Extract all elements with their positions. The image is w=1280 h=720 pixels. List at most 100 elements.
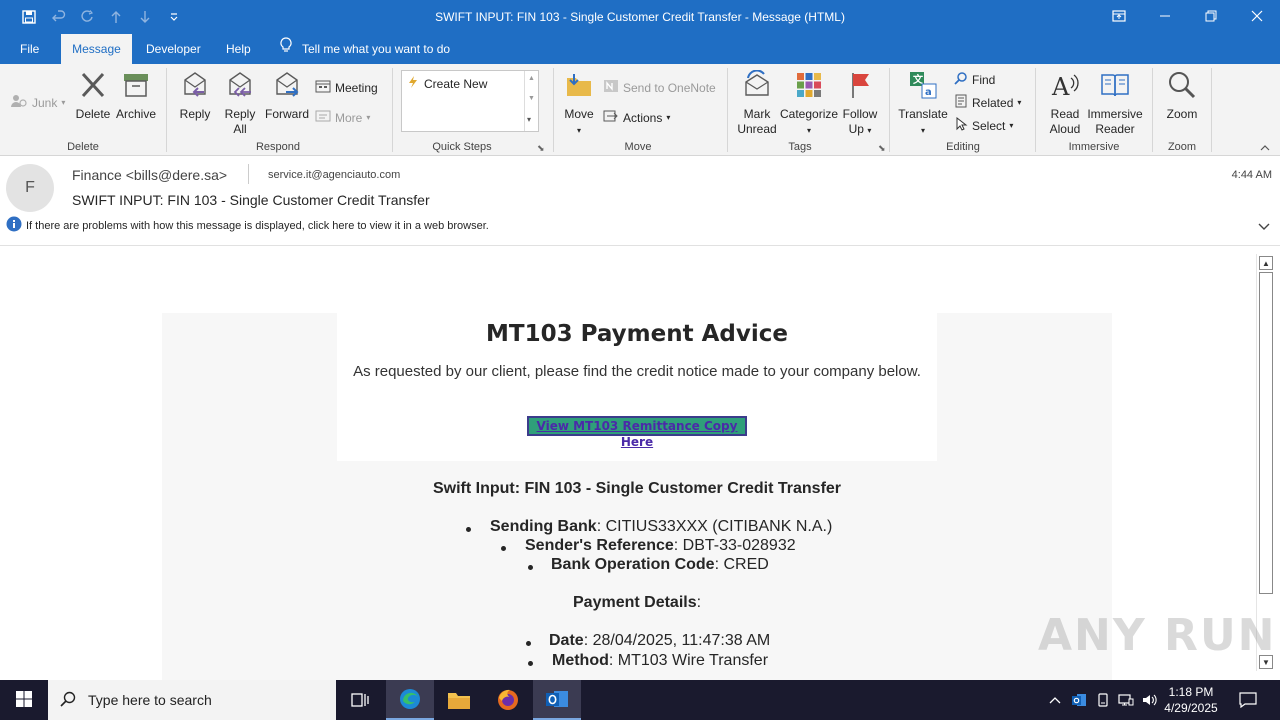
mark-unread-line1: Mark xyxy=(743,107,771,121)
taskbar-search-box[interactable]: Type here to search xyxy=(48,680,336,720)
group-label-zoom: Zoom xyxy=(1167,141,1197,153)
bullet xyxy=(466,527,471,532)
select-button[interactable]: Select ▾ xyxy=(954,116,1013,134)
outlook-tray-icon[interactable] xyxy=(1069,680,1089,720)
meeting-button[interactable]: Meeting xyxy=(315,79,378,96)
minimize-button[interactable] xyxy=(1142,0,1188,32)
network-icon[interactable] xyxy=(1116,680,1136,720)
notifications-icon[interactable] xyxy=(1234,680,1262,720)
device-icon[interactable] xyxy=(1093,680,1113,720)
info-bar[interactable]: If there are problems with how this mess… xyxy=(6,216,489,235)
recipient[interactable]: service.it@agenciauto.com xyxy=(268,169,400,181)
ribbon-separator xyxy=(392,68,393,152)
zoom-button[interactable]: Zoom xyxy=(1162,70,1202,122)
scrollbar-thumb[interactable] xyxy=(1259,272,1273,594)
tab-developer[interactable]: Developer xyxy=(146,34,201,64)
taskbar-clock[interactable]: 1:18 PM 4/29/2025 xyxy=(1160,684,1222,716)
message-header: F Finance <bills@dere.sa> service.it@age… xyxy=(0,156,1280,246)
tab-message[interactable]: Message xyxy=(61,34,132,64)
more-button[interactable]: More ▾ xyxy=(315,109,370,126)
create-new-label: Create New xyxy=(424,76,488,91)
delete-button[interactable]: Delete xyxy=(74,70,112,122)
delete-icon xyxy=(74,70,112,104)
quick-steps-launcher-icon[interactable]: ⬊ xyxy=(537,143,545,154)
bullet xyxy=(501,546,506,551)
collapse-ribbon-icon[interactable] xyxy=(1260,144,1270,155)
chevron-down-icon: ▾ xyxy=(806,126,811,135)
outlook-icon[interactable] xyxy=(533,680,581,720)
ribbon: Junk ▾ Delete Archive Delete Reply Reply… xyxy=(0,64,1280,156)
firefox-icon[interactable] xyxy=(484,680,532,720)
tab-help[interactable]: Help xyxy=(226,34,251,64)
ribbon-separator xyxy=(1035,68,1036,152)
quick-steps-scroll[interactable]: ▲ ▼ ▾ xyxy=(524,71,538,131)
meeting-icon xyxy=(315,79,331,96)
reply-all-button[interactable]: Reply All xyxy=(220,70,260,137)
find-button[interactable]: Find xyxy=(954,71,995,88)
close-button[interactable] xyxy=(1234,0,1280,32)
chevron-down-icon: ▾ xyxy=(61,98,66,107)
scroll-up-icon[interactable]: ▲ xyxy=(1259,256,1273,270)
gallery-expand-icon[interactable]: ▾ xyxy=(527,115,531,124)
sender-reference-label: Sender's Reference xyxy=(525,537,674,554)
quick-step-create-new[interactable]: Create New xyxy=(408,76,487,91)
read-aloud-button[interactable]: A Read Aloud xyxy=(1044,70,1086,137)
ribbon-display-options-icon[interactable] xyxy=(1096,0,1142,32)
reply-button[interactable]: Reply xyxy=(176,70,214,122)
move-button[interactable]: Move ▾ xyxy=(560,70,598,138)
categorize-button[interactable]: Categorize ▾ xyxy=(780,70,838,138)
info-icon xyxy=(6,216,22,235)
date-label: Date xyxy=(549,632,584,649)
received-time: 4:44 AM xyxy=(1231,169,1272,181)
scroll-down-icon[interactable]: ▼ xyxy=(528,95,535,102)
scroll-up-icon[interactable]: ▲ xyxy=(528,75,535,82)
method-value: : MT103 Wire Transfer xyxy=(608,652,769,669)
related-label: Related xyxy=(972,95,1014,110)
tell-me-search[interactable]: Tell me what you want to do xyxy=(280,34,450,64)
tab-file[interactable]: File xyxy=(20,34,39,64)
remittance-link[interactable]: View MT103 Remittance Copy Here xyxy=(527,416,747,449)
taskbar: Type here to search 1:18 PM 4/29/2025 xyxy=(0,680,1280,720)
task-view-icon[interactable] xyxy=(336,680,384,720)
send-to-onenote-button[interactable]: Send to OneNote xyxy=(603,79,716,96)
chevron-down-icon: ▾ xyxy=(867,126,872,135)
restore-button[interactable] xyxy=(1188,0,1234,32)
actions-icon xyxy=(603,109,619,126)
lightning-icon xyxy=(408,76,418,91)
tags-launcher-icon[interactable]: ⬊ xyxy=(878,143,886,154)
start-button[interactable] xyxy=(0,680,48,720)
junk-icon xyxy=(10,94,28,111)
sender-reference-value: : DBT-33-028932 xyxy=(673,537,796,554)
move-folder-icon xyxy=(560,70,598,104)
archive-button[interactable]: Archive xyxy=(114,70,158,122)
window-title: SWIFT INPUT: FIN 103 - Single Customer C… xyxy=(435,10,845,24)
immersive-reader-button[interactable]: Immersive Reader xyxy=(1086,70,1144,137)
avatar[interactable]: F xyxy=(6,164,54,212)
junk-button[interactable]: Junk ▾ xyxy=(10,94,65,111)
translate-button[interactable]: 文a Translate ▾ xyxy=(896,70,950,138)
expand-header-icon[interactable] xyxy=(1258,220,1270,234)
ribbon-separator xyxy=(166,68,167,152)
payment-details-label: Payment Details xyxy=(573,594,697,611)
ribbon-separator xyxy=(727,68,728,152)
actions-button[interactable]: Actions ▾ xyxy=(603,109,670,126)
edge-browser-icon[interactable] xyxy=(386,680,434,720)
quick-steps-gallery[interactable]: Create New ▲ ▼ ▾ xyxy=(401,70,539,132)
related-button[interactable]: Related ▾ xyxy=(954,94,1021,111)
date-line: Date: 28/04/2025, 11:47:38 AM xyxy=(549,632,770,650)
read-aloud-icon: A xyxy=(1044,70,1086,104)
swift-title: Swift Input: FIN 103 - Single Customer C… xyxy=(432,480,842,497)
mark-unread-button[interactable]: Mark Unread xyxy=(734,69,780,137)
meeting-label: Meeting xyxy=(335,80,378,95)
show-hidden-icons-icon[interactable] xyxy=(1046,680,1064,720)
volume-icon[interactable] xyxy=(1140,680,1160,720)
sender[interactable]: Finance <bills@dere.sa> xyxy=(72,167,227,183)
forward-button[interactable]: Forward xyxy=(264,70,310,122)
file-explorer-icon[interactable] xyxy=(435,680,483,720)
find-label: Find xyxy=(972,72,996,87)
reply-icon xyxy=(176,70,214,104)
vertical-scrollbar[interactable]: ▲ ▼ xyxy=(1256,254,1274,671)
header-divider xyxy=(248,164,249,184)
follow-up-button[interactable]: Follow Up ▾ xyxy=(840,70,880,138)
reply-all-label-line1: Reply xyxy=(224,107,256,121)
